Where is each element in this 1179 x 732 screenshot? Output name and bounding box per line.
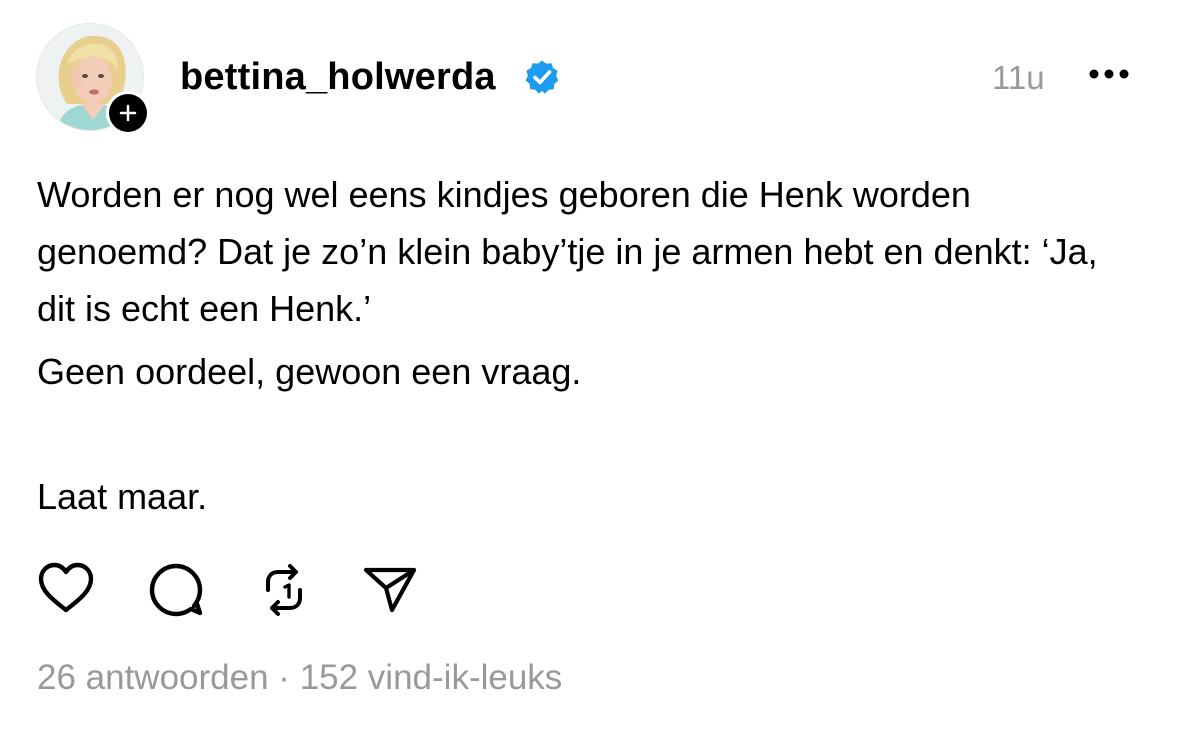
verified-icon	[525, 60, 559, 94]
avatar-container[interactable]	[36, 23, 150, 135]
likes-count-link[interactable]: 152 vind-ik-leuks	[300, 658, 563, 697]
share-button[interactable]	[360, 560, 420, 620]
comment-icon	[149, 563, 203, 617]
replies-count-link[interactable]: 26 antwoorden	[37, 658, 269, 697]
follow-button[interactable]	[106, 91, 150, 135]
post-timestamp: 11u	[992, 59, 1045, 96]
heart-icon	[38, 562, 94, 613]
action-bar	[0, 560, 500, 620]
repost-button[interactable]	[254, 560, 314, 620]
post-body: Worden er nog wel eens kindjes geboren d…	[37, 166, 1137, 525]
thread-post: bettina_holwerda 11u Worden er nog wel e…	[0, 0, 1179, 732]
post-paragraph: Worden er nog wel eens kindjes geboren d…	[37, 174, 1098, 329]
username[interactable]: bettina_holwerda	[180, 56, 496, 99]
post-paragraph: Laat maar.	[37, 476, 208, 517]
post-paragraph: Geen oordeel, gewoon een vraag.	[37, 351, 582, 392]
send-icon	[363, 567, 417, 613]
plus-icon	[119, 104, 137, 122]
more-icon[interactable]	[1086, 64, 1132, 84]
like-button[interactable]	[36, 560, 96, 620]
post-stats: 26 antwoorden · 152 vind-ik-leuks	[37, 658, 562, 698]
stats-separator: ·	[268, 658, 300, 697]
repost-icon	[266, 564, 302, 616]
reply-button[interactable]	[146, 560, 206, 620]
